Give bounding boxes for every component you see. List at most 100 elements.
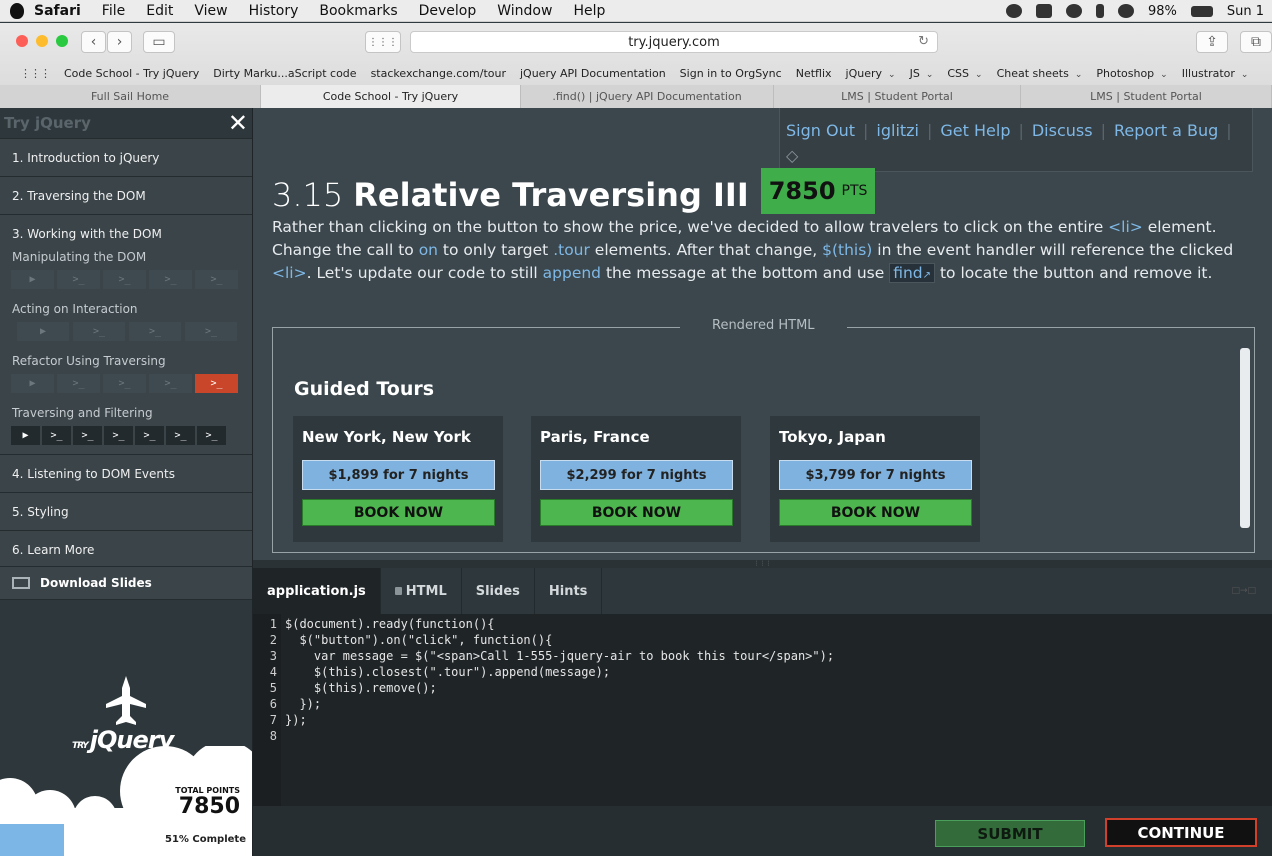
apple-icon[interactable]	[10, 2, 24, 19]
challenge-button-current[interactable]: >_	[195, 374, 238, 393]
challenge-slide-button[interactable]: ▶	[11, 426, 40, 445]
favorites-grid-icon[interactable]: ⋮⋮⋮	[20, 67, 51, 80]
top-sites-icon[interactable]: ⋮⋮⋮	[365, 31, 401, 53]
fav-item[interactable]: Netflix	[796, 67, 832, 80]
download-slides-button[interactable]: Download Slides	[0, 566, 252, 600]
tab-slides[interactable]: Slides	[462, 568, 535, 614]
menu-view[interactable]: View	[194, 3, 227, 19]
notification-bell-icon[interactable]	[1065, 4, 1082, 18]
challenge-button[interactable]: >_	[195, 270, 238, 289]
level-item[interactable]: 4. Listening to DOM Events	[0, 454, 252, 492]
battery-icon[interactable]	[1190, 5, 1213, 17]
challenge-slide-button[interactable]: ▶	[17, 322, 69, 341]
bluetooth-icon[interactable]	[1095, 4, 1104, 18]
extension-icon[interactable]	[1035, 4, 1052, 18]
code-line[interactable]: 4 $(this).closest(".tour").append(messag…	[253, 665, 610, 681]
tour-card[interactable]: New York, New York $1,899 for 7 nights B…	[293, 416, 503, 542]
browser-tab[interactable]: Full Sail Home	[0, 85, 261, 108]
tour-card[interactable]: Tokyo, Japan $3,799 for 7 nights BOOK NO…	[770, 416, 980, 542]
level-item[interactable]: 2. Traversing the DOM	[0, 176, 252, 214]
browser-tab-active[interactable]: Code School - Try jQuery	[261, 85, 521, 108]
menu-edit[interactable]: Edit	[146, 3, 173, 19]
fav-item[interactable]: Dirty Marku...aScript code	[213, 67, 356, 80]
report-bug-link[interactable]: Report a Bug	[1114, 121, 1218, 140]
menu-history[interactable]: History	[249, 3, 299, 19]
challenge-button[interactable]: >_	[149, 374, 192, 393]
menu-safari[interactable]: Safari	[34, 3, 81, 19]
continue-button[interactable]: CONTINUE	[1105, 818, 1257, 847]
tab-html[interactable]: HTML	[381, 568, 462, 614]
tab-hints[interactable]: Hints	[535, 568, 603, 614]
preview-scrollbar[interactable]	[1240, 348, 1250, 528]
fav-folder[interactable]: jQuery ⌄	[846, 67, 896, 80]
address-bar[interactable]: try.jquery.com ↻	[410, 31, 938, 53]
challenge-button[interactable]: >_	[197, 426, 226, 445]
sidebar-toggle-icon[interactable]: ▭	[143, 31, 175, 53]
challenge-button[interactable]: >_	[73, 426, 102, 445]
code-toggle-icon[interactable]: ◇	[786, 146, 798, 165]
user-link[interactable]: iglitzi	[876, 121, 919, 140]
fav-folder[interactable]: JS ⌄	[910, 67, 934, 80]
menu-develop[interactable]: Develop	[419, 3, 477, 19]
fav-folder[interactable]: Cheat sheets ⌄	[997, 67, 1083, 80]
panel-resize-handle[interactable]: ⋮⋮⋮	[253, 560, 1272, 568]
challenge-button[interactable]: >_	[103, 374, 146, 393]
find-doc-link[interactable]: find↗	[889, 263, 936, 283]
challenge-button[interactable]: >_	[103, 270, 146, 289]
wifi-icon[interactable]	[1117, 4, 1134, 18]
zoom-window-button[interactable]	[56, 35, 68, 47]
clock[interactable]: Sun 1	[1227, 4, 1264, 19]
fav-folder[interactable]: CSS ⌄	[947, 67, 982, 80]
tabs-overview-icon[interactable]: ⧉	[1240, 31, 1272, 53]
tab-application-js[interactable]: application.js	[253, 568, 381, 614]
fav-item[interactable]: Code School - Try jQuery	[64, 67, 199, 80]
menu-file[interactable]: File	[102, 3, 125, 19]
browser-tab[interactable]: .find() | jQuery API Documentation	[521, 85, 774, 108]
forward-button[interactable]: ›	[107, 31, 132, 53]
code-line[interactable]: 8	[253, 729, 285, 745]
code-line[interactable]: 6 });	[253, 697, 321, 713]
reload-icon[interactable]: ↻	[918, 34, 929, 49]
creative-cloud-icon[interactable]	[1005, 4, 1022, 18]
fav-folder[interactable]: Photoshop ⌄	[1096, 67, 1167, 80]
code-line[interactable]: 5 $(this).remove();	[253, 681, 437, 697]
fav-folder[interactable]: Illustrator ⌄	[1182, 67, 1249, 80]
challenge-button[interactable]: >_	[185, 322, 237, 341]
challenge-button[interactable]: >_	[57, 270, 100, 289]
menu-help[interactable]: Help	[573, 3, 605, 19]
code-line[interactable]: 7});	[253, 713, 307, 729]
close-icon[interactable]: ✕	[228, 111, 248, 135]
fav-item[interactable]: jQuery API Documentation	[520, 67, 666, 80]
code-line[interactable]: 2 $("button").on("click", function(){	[253, 633, 553, 649]
tour-card[interactable]: Paris, France $2,299 for 7 nights BOOK N…	[531, 416, 741, 542]
expand-editor-icon[interactable]: □→□	[1231, 586, 1256, 596]
challenge-button[interactable]: >_	[149, 270, 192, 289]
level-item[interactable]: 6. Learn More	[0, 530, 252, 568]
challenge-button[interactable]: >_	[57, 374, 100, 393]
menu-window[interactable]: Window	[497, 3, 552, 19]
get-help-link[interactable]: Get Help	[940, 121, 1010, 140]
book-now-button[interactable]: BOOK NOW	[540, 499, 733, 526]
close-window-button[interactable]	[16, 35, 28, 47]
book-now-button[interactable]: BOOK NOW	[779, 499, 972, 526]
level-item[interactable]: 1. Introduction to jQuery	[0, 138, 252, 176]
submit-button[interactable]: SUBMIT	[935, 820, 1085, 847]
challenge-button[interactable]: >_	[73, 322, 125, 341]
level-item[interactable]: 5. Styling	[0, 492, 252, 530]
challenge-button[interactable]: >_	[166, 426, 195, 445]
challenge-slide-button[interactable]: ▶	[11, 374, 54, 393]
back-button[interactable]: ‹	[81, 31, 106, 53]
challenge-button[interactable]: >_	[135, 426, 164, 445]
challenge-button[interactable]: >_	[104, 426, 133, 445]
discuss-link[interactable]: Discuss	[1032, 121, 1093, 140]
browser-tab[interactable]: LMS | Student Portal	[774, 85, 1021, 108]
code-line[interactable]: 1 $(document).ready(function(){	[253, 617, 495, 633]
sign-out-link[interactable]: Sign Out	[786, 121, 855, 140]
challenge-button[interactable]: >_	[129, 322, 181, 341]
fav-item[interactable]: Sign in to OrgSync	[680, 67, 782, 80]
book-now-button[interactable]: BOOK NOW	[302, 499, 495, 526]
minimize-window-button[interactable]	[36, 35, 48, 47]
challenge-slide-button[interactable]: ▶	[11, 270, 54, 289]
code-line[interactable]: 3 var message = $("<span>Call 1-555-jque…	[253, 649, 834, 665]
menu-bookmarks[interactable]: Bookmarks	[319, 3, 397, 19]
